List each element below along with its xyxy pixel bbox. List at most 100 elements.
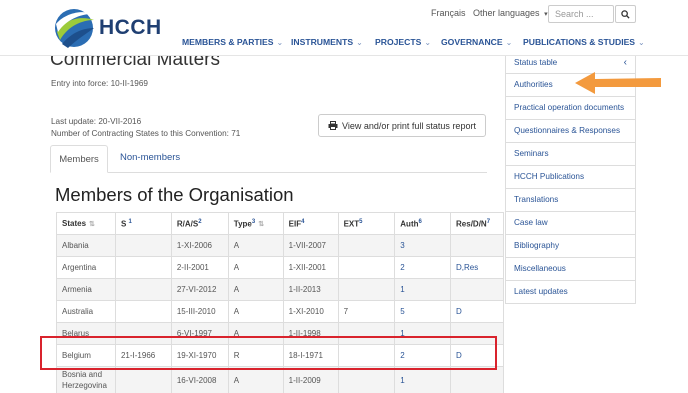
nav-label: PUBLICATIONS & STUDIES bbox=[523, 37, 636, 47]
cell-type: A bbox=[227, 278, 284, 301]
cell-res-link[interactable]: D,Res bbox=[450, 256, 504, 279]
cell-eif: 1-XI-2010 bbox=[282, 300, 339, 323]
sort-icon: ⇅ bbox=[89, 221, 95, 228]
table-header-row: States ⇅ S 1 R/A/S2 Type3 ⇅ EIF4 EXT5 Auth… bbox=[56, 212, 504, 235]
cell-ras: 1-XI-2006 bbox=[170, 234, 229, 257]
sidebar-item-translations[interactable]: Translations bbox=[506, 189, 635, 212]
column-header-res[interactable]: Res/D/N7 bbox=[450, 212, 504, 235]
cell-auth-link[interactable]: 1 bbox=[394, 366, 452, 393]
cell-state: Armenia bbox=[56, 278, 116, 301]
cell-res-link[interactable] bbox=[450, 234, 504, 257]
nav-publications-studies[interactable]: PUBLICATIONS & STUDIES ⌄ bbox=[523, 37, 645, 47]
column-header-type[interactable]: Type3 ⇅ bbox=[227, 212, 284, 235]
footnote-ref[interactable]: 7 bbox=[487, 219, 490, 225]
logo-text[interactable]: HCCH bbox=[99, 16, 162, 40]
nav-governance[interactable]: GOVERNANCE ⌄ bbox=[441, 37, 512, 47]
chevron-down-icon: ⌄ bbox=[424, 38, 432, 47]
column-header-ext[interactable]: EXT5 bbox=[337, 212, 396, 235]
cell-type: A bbox=[227, 256, 284, 279]
nav-instruments[interactable]: INSTRUMENTS ⌄ bbox=[291, 37, 363, 47]
table-row: Albania 1-XI-2006 A 1-VII-2007 3 bbox=[56, 234, 504, 257]
table-row: Bosnia and Herzegovina 16-VI-2008 A 1-II… bbox=[56, 366, 504, 393]
other-languages-label: Other languages bbox=[473, 8, 540, 18]
cell-res-link[interactable] bbox=[450, 366, 504, 393]
footnote-ref[interactable]: 4 bbox=[301, 219, 304, 225]
cell-state: Bosnia and Herzegovina bbox=[56, 366, 116, 393]
header-label: States bbox=[62, 219, 87, 228]
cell-s bbox=[114, 256, 172, 279]
header-label: Res/D/N bbox=[456, 219, 487, 229]
nav-projects[interactable]: PROJECTS ⌄ bbox=[375, 37, 431, 47]
cell-s bbox=[114, 300, 172, 323]
nav-label: INSTRUMENTS bbox=[291, 37, 354, 47]
sidebar-item-seminars[interactable]: Seminars bbox=[506, 143, 635, 166]
entry-into-force: Entry into force: 10-II-1969 bbox=[51, 79, 148, 88]
tab-members[interactable]: Members bbox=[50, 145, 108, 173]
column-header-eif[interactable]: EIF4 bbox=[282, 212, 339, 235]
search-button[interactable] bbox=[615, 5, 636, 23]
table-row: Armenia 27-VI-2012 A 1-II-2013 1 bbox=[56, 278, 504, 301]
sidebar-item-hcch-publications[interactable]: HCCH Publications bbox=[506, 166, 635, 189]
view-status-report-button[interactable]: View and/or print full status report bbox=[318, 114, 486, 137]
cell-type: A bbox=[227, 234, 284, 257]
table-row: Australia 15-III-2010 A 1-XI-2010 7 5 D bbox=[56, 300, 504, 323]
cell-state: Albania bbox=[56, 234, 116, 257]
chevron-down-icon: ⌄ bbox=[276, 38, 284, 47]
cell-auth-link[interactable]: 3 bbox=[394, 234, 452, 257]
sidebar-item-case-law[interactable]: Case law bbox=[506, 212, 635, 235]
cell-ras: 16-VI-2008 bbox=[170, 366, 229, 393]
header-label: Type bbox=[233, 219, 252, 229]
footnote-ref[interactable]: 3 bbox=[252, 219, 255, 225]
cell-state: Australia bbox=[56, 300, 116, 323]
column-header-auth[interactable]: Auth6 bbox=[394, 212, 452, 235]
cell-res-link[interactable]: D bbox=[450, 300, 504, 323]
cell-ext bbox=[337, 234, 396, 257]
cell-auth-link[interactable]: 2 bbox=[394, 256, 452, 279]
search-input[interactable]: Search ... bbox=[548, 5, 614, 23]
sidebar-item-label: Status table bbox=[514, 58, 558, 67]
cell-ext bbox=[337, 256, 396, 279]
cell-auth-link[interactable]: 5 bbox=[394, 300, 452, 323]
sidebar-item-practical-operation-documents[interactable]: Practical operation documents bbox=[506, 97, 635, 120]
search-icon bbox=[621, 9, 630, 19]
column-header-s[interactable]: S 1 bbox=[114, 212, 172, 235]
cell-eif: 1-VII-2007 bbox=[282, 234, 339, 257]
cell-ras: 2-II-2001 bbox=[170, 256, 229, 279]
printer-icon bbox=[328, 121, 338, 130]
sidebar-item-latest-updates[interactable]: Latest updates bbox=[506, 281, 635, 303]
nav-label: MEMBERS & PARTIES bbox=[182, 37, 274, 47]
cell-s bbox=[114, 234, 172, 257]
table-row: Argentina 2-II-2001 A 1-XII-2001 2 D,Res bbox=[56, 256, 504, 279]
header-label: R/A/S bbox=[176, 219, 199, 229]
column-header-states[interactable]: States ⇅ bbox=[56, 212, 116, 235]
cell-ext bbox=[337, 278, 396, 301]
footnote-ref[interactable]: 6 bbox=[419, 219, 422, 225]
sidebar-item-miscellaneous[interactable]: Miscellaneous bbox=[506, 258, 635, 281]
sidebar-item-bibliography[interactable]: Bibliography bbox=[506, 235, 635, 258]
header-label: Auth bbox=[400, 219, 419, 229]
chevron-left-icon: ‹ bbox=[623, 57, 627, 68]
status-button-label: View and/or print full status report bbox=[342, 120, 476, 131]
header-label: S bbox=[120, 219, 127, 229]
highlight-annotation-box bbox=[40, 336, 497, 370]
language-french-link[interactable]: Français bbox=[431, 8, 466, 18]
sidebar-item-status-table[interactable]: Status table ‹ bbox=[506, 53, 635, 74]
footnote-ref[interactable]: 2 bbox=[198, 219, 201, 225]
orange-arrow-annotation bbox=[575, 72, 661, 94]
chevron-down-icon: ⌄ bbox=[638, 38, 645, 47]
column-header-ras[interactable]: R/A/S2 bbox=[170, 212, 229, 235]
other-languages-dropdown[interactable]: Other languages ▾ bbox=[473, 8, 548, 18]
section-title: Members of the Organisation bbox=[55, 184, 294, 205]
sort-icon: ⇅ bbox=[258, 221, 265, 229]
nav-members-parties[interactable]: MEMBERS & PARTIES ⌄ bbox=[182, 37, 283, 47]
sidebar-item-questionnaires-responses[interactable]: Questionnaires & Responses bbox=[506, 120, 635, 143]
tab-non-members[interactable]: Non-members bbox=[120, 152, 180, 163]
cell-res-link[interactable] bbox=[450, 278, 504, 301]
cell-auth-link[interactable]: 1 bbox=[394, 278, 452, 301]
cell-eif: 1-II-2013 bbox=[282, 278, 339, 301]
footnote-ref[interactable]: 5 bbox=[359, 219, 362, 225]
chevron-down-icon: ⌄ bbox=[356, 38, 363, 47]
cell-s bbox=[114, 366, 172, 393]
footnote-ref[interactable]: 1 bbox=[129, 219, 132, 225]
hcch-globe-logo[interactable] bbox=[52, 6, 96, 50]
